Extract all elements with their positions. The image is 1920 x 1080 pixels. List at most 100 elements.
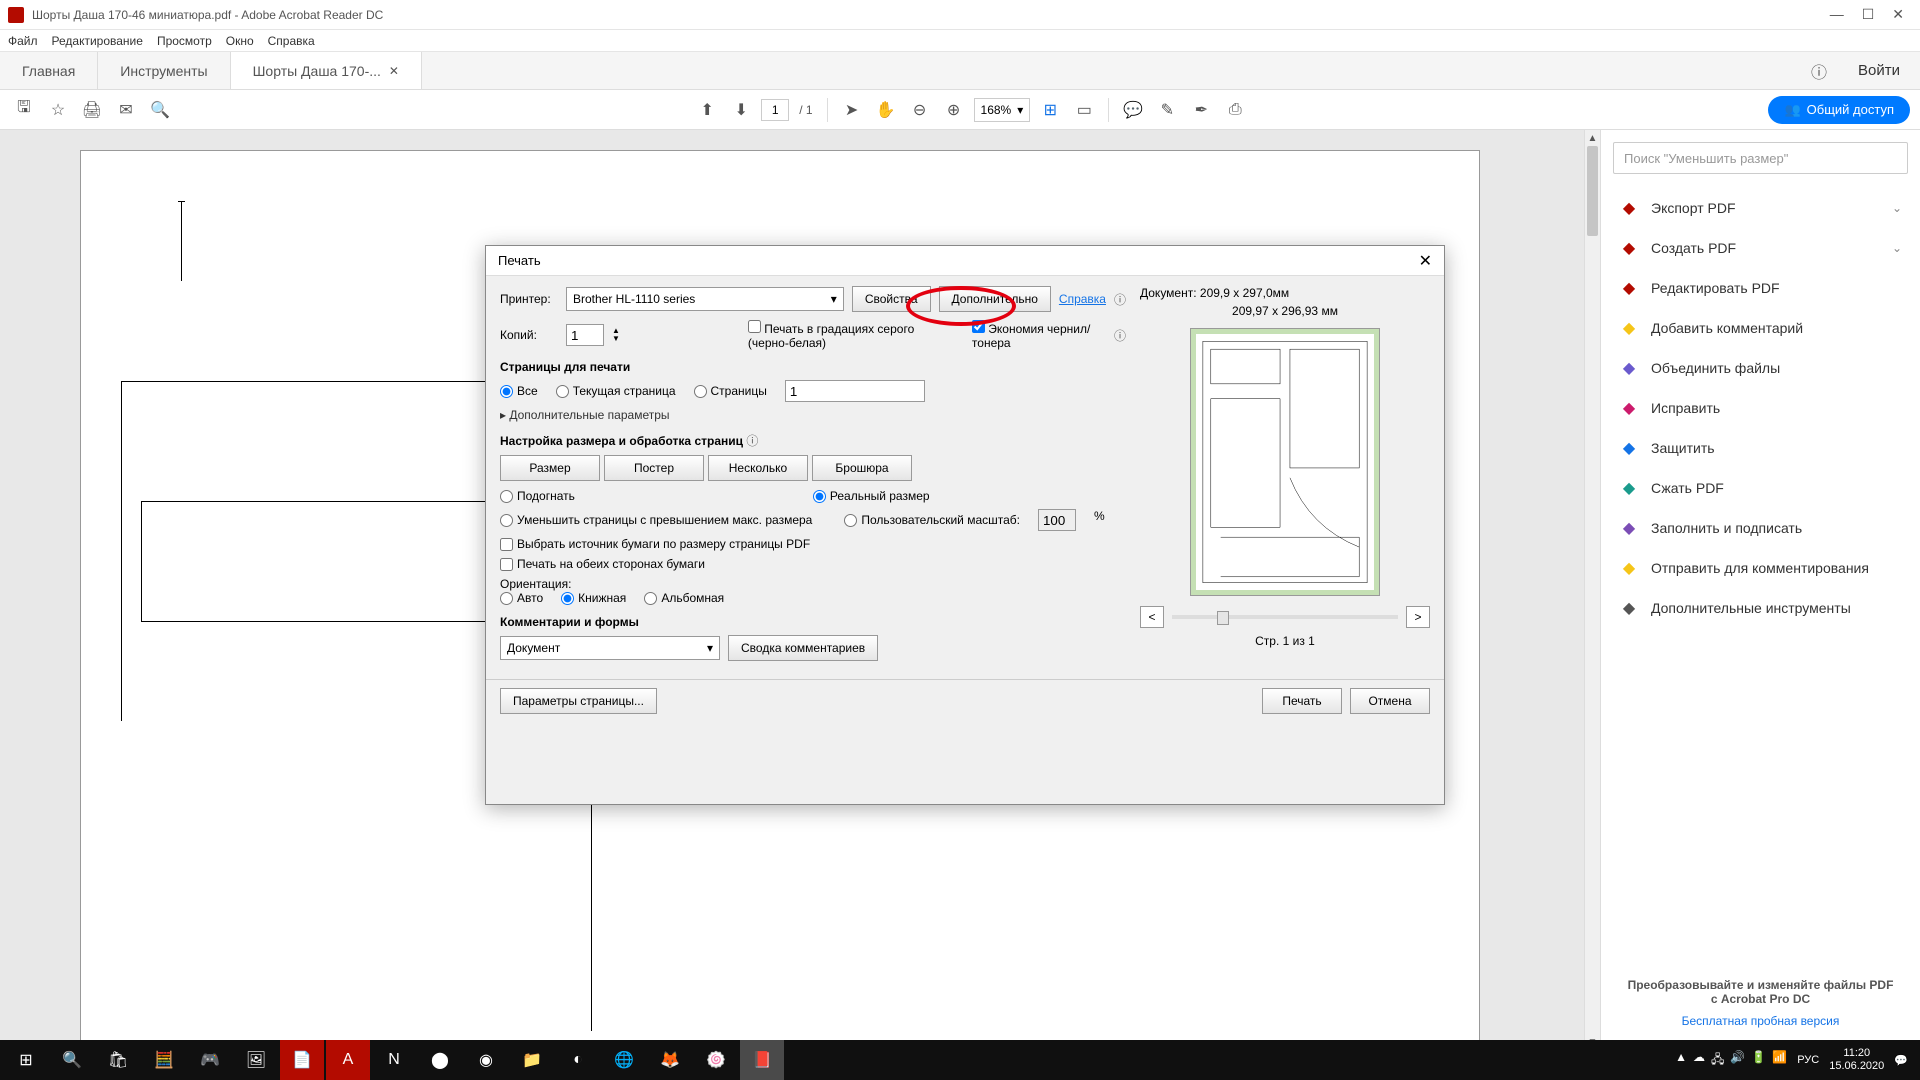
- minimize-button[interactable]: —: [1830, 6, 1844, 23]
- notifications-icon[interactable]: 💬: [1894, 1054, 1908, 1067]
- select-tool-icon[interactable]: ➤: [838, 96, 866, 124]
- menu-view[interactable]: Просмотр: [157, 34, 212, 48]
- pages-all-radio[interactable]: [500, 385, 513, 398]
- shrink-radio[interactable]: [500, 514, 513, 527]
- zoom-in-icon[interactable]: ⊕: [940, 96, 968, 124]
- share-button[interactable]: 👥 Общий доступ: [1768, 96, 1910, 124]
- cancel-button[interactable]: Отмена: [1350, 688, 1430, 714]
- dialog-close-icon[interactable]: ✕: [1419, 251, 1432, 271]
- poster-button[interactable]: Постер: [604, 455, 704, 481]
- fit-radio[interactable]: [500, 490, 513, 503]
- zoom-select[interactable]: 168%▾: [974, 98, 1031, 122]
- paper-source-checkbox[interactable]: [500, 538, 513, 551]
- orient-portrait-radio[interactable]: [561, 592, 574, 605]
- print-icon[interactable]: 🖨: [78, 96, 106, 124]
- highlight-icon[interactable]: ✎: [1153, 96, 1181, 124]
- sidebar-item-6[interactable]: ◆Защитить: [1613, 428, 1908, 468]
- sidebar-item-2[interactable]: ◆Редактировать PDF: [1613, 268, 1908, 308]
- advanced-button[interactable]: Дополнительно: [939, 286, 1051, 312]
- help-link[interactable]: Справка: [1059, 292, 1106, 306]
- sidebar-item-4[interactable]: ◆Объединить файлы: [1613, 348, 1908, 388]
- properties-button[interactable]: Свойства: [852, 286, 931, 312]
- scroll-up-icon[interactable]: ▲: [1585, 130, 1600, 146]
- hand-tool-icon[interactable]: ✋: [872, 96, 900, 124]
- orient-auto-radio[interactable]: [500, 592, 513, 605]
- login-button[interactable]: Войти: [1838, 52, 1920, 89]
- tab-home[interactable]: Главная: [0, 52, 98, 89]
- trial-link[interactable]: Бесплатная пробная версия: [1613, 1014, 1908, 1028]
- sidebar-search[interactable]: Поиск "Уменьшить размер": [1613, 142, 1908, 174]
- pages-current-radio[interactable]: [556, 385, 569, 398]
- photos-icon[interactable]: 🖼: [234, 1040, 278, 1080]
- clock[interactable]: 11:20 15.06.2020: [1829, 1047, 1884, 1073]
- sidebar-item-8[interactable]: ◆Заполнить и подписать: [1613, 508, 1908, 548]
- view-mode-icon[interactable]: ▭: [1070, 96, 1098, 124]
- sidebar-item-9[interactable]: ◆Отправить для комментирования: [1613, 548, 1908, 588]
- search-taskbar-icon[interactable]: 🔍: [50, 1040, 94, 1080]
- tab-document[interactable]: Шорты Даша 170-...✕: [231, 52, 422, 89]
- more-params-toggle[interactable]: ▸ Дополнительные параметры: [500, 408, 1126, 422]
- print-button[interactable]: Печать: [1262, 688, 1342, 714]
- page-down-icon[interactable]: ⬇: [727, 96, 755, 124]
- firefox-icon[interactable]: 🦊: [648, 1040, 692, 1080]
- menu-help[interactable]: Справка: [268, 34, 315, 48]
- actual-size-radio[interactable]: [813, 490, 826, 503]
- sign-icon[interactable]: ✒: [1187, 96, 1215, 124]
- sidebar-item-7[interactable]: ◆Сжать PDF: [1613, 468, 1908, 508]
- multiple-button[interactable]: Несколько: [708, 455, 808, 481]
- comments-select[interactable]: Документ▾: [500, 636, 720, 660]
- store-icon[interactable]: 🛍: [96, 1040, 140, 1080]
- preview-slider[interactable]: [1172, 615, 1398, 619]
- menu-edit[interactable]: Редактирование: [52, 34, 143, 48]
- autocad-icon[interactable]: A: [326, 1040, 370, 1080]
- copies-input[interactable]: [566, 324, 604, 346]
- scroll-thumb[interactable]: [1587, 146, 1598, 236]
- xbox-icon[interactable]: 🎮: [188, 1040, 232, 1080]
- search-icon[interactable]: 🔍: [146, 96, 174, 124]
- help-icon[interactable]: ⓘ: [1800, 52, 1838, 89]
- lang-indicator[interactable]: РУС: [1797, 1054, 1819, 1066]
- start-button[interactable]: ⊞: [4, 1040, 48, 1080]
- star-icon[interactable]: ☆: [44, 96, 72, 124]
- comments-summary-button[interactable]: Сводка комментариев: [728, 635, 878, 661]
- preview-next-button[interactable]: >: [1406, 606, 1430, 628]
- booklet-button[interactable]: Брошюра: [812, 455, 912, 481]
- page-input[interactable]: [761, 99, 789, 121]
- zoom-out-icon[interactable]: ⊖: [906, 96, 934, 124]
- chrome-icon[interactable]: 🌐: [602, 1040, 646, 1080]
- calculator-icon[interactable]: 🧮: [142, 1040, 186, 1080]
- printer-select[interactable]: Brother HL-1110 series▾: [566, 287, 844, 311]
- tray-icons[interactable]: ▲☁🖧🔊🔋📶: [1675, 1050, 1787, 1071]
- menu-file[interactable]: Файл: [8, 34, 38, 48]
- page-setup-button[interactable]: Параметры страницы...: [500, 688, 657, 714]
- vertical-scrollbar[interactable]: ▲ ▼: [1584, 130, 1600, 1050]
- acrobat-taskbar-icon[interactable]: 📕: [740, 1040, 784, 1080]
- sidebar-item-3[interactable]: ◆Добавить комментарий: [1613, 308, 1908, 348]
- pages-range-radio[interactable]: [694, 385, 707, 398]
- tab-close-icon[interactable]: ✕: [389, 64, 399, 78]
- sidebar-item-10[interactable]: ◆Дополнительные инструменты: [1613, 588, 1908, 628]
- page-up-icon[interactable]: ⬆: [693, 96, 721, 124]
- menu-window[interactable]: Окно: [226, 34, 254, 48]
- mail-icon[interactable]: ✉: [112, 96, 140, 124]
- save-icon[interactable]: 🖫: [10, 96, 38, 124]
- close-button[interactable]: ✕: [1892, 6, 1904, 23]
- explorer-icon[interactable]: 📁: [510, 1040, 554, 1080]
- sidebar-item-0[interactable]: ◆Экспорт PDF⌄: [1613, 188, 1908, 228]
- custom-scale-radio[interactable]: [844, 514, 857, 527]
- custom-scale-input[interactable]: [1038, 509, 1076, 531]
- app-icon[interactable]: 🍥: [694, 1040, 738, 1080]
- tab-tools[interactable]: Инструменты: [98, 52, 230, 89]
- pages-range-input[interactable]: [785, 380, 925, 402]
- orient-landscape-radio[interactable]: [644, 592, 657, 605]
- preview-prev-button[interactable]: <: [1140, 606, 1164, 628]
- obs-icon[interactable]: ⬤: [418, 1040, 462, 1080]
- grayscale-checkbox[interactable]: [748, 320, 761, 333]
- comment-icon[interactable]: 💬: [1119, 96, 1147, 124]
- fit-width-icon[interactable]: ⊞: [1036, 96, 1064, 124]
- size-button[interactable]: Размер: [500, 455, 600, 481]
- pdf-app-icon[interactable]: 📄: [280, 1040, 324, 1080]
- stamp-icon[interactable]: ⎙: [1221, 96, 1249, 124]
- sidebar-item-1[interactable]: ◆Создать PDF⌄: [1613, 228, 1908, 268]
- duplex-checkbox[interactable]: [500, 558, 513, 571]
